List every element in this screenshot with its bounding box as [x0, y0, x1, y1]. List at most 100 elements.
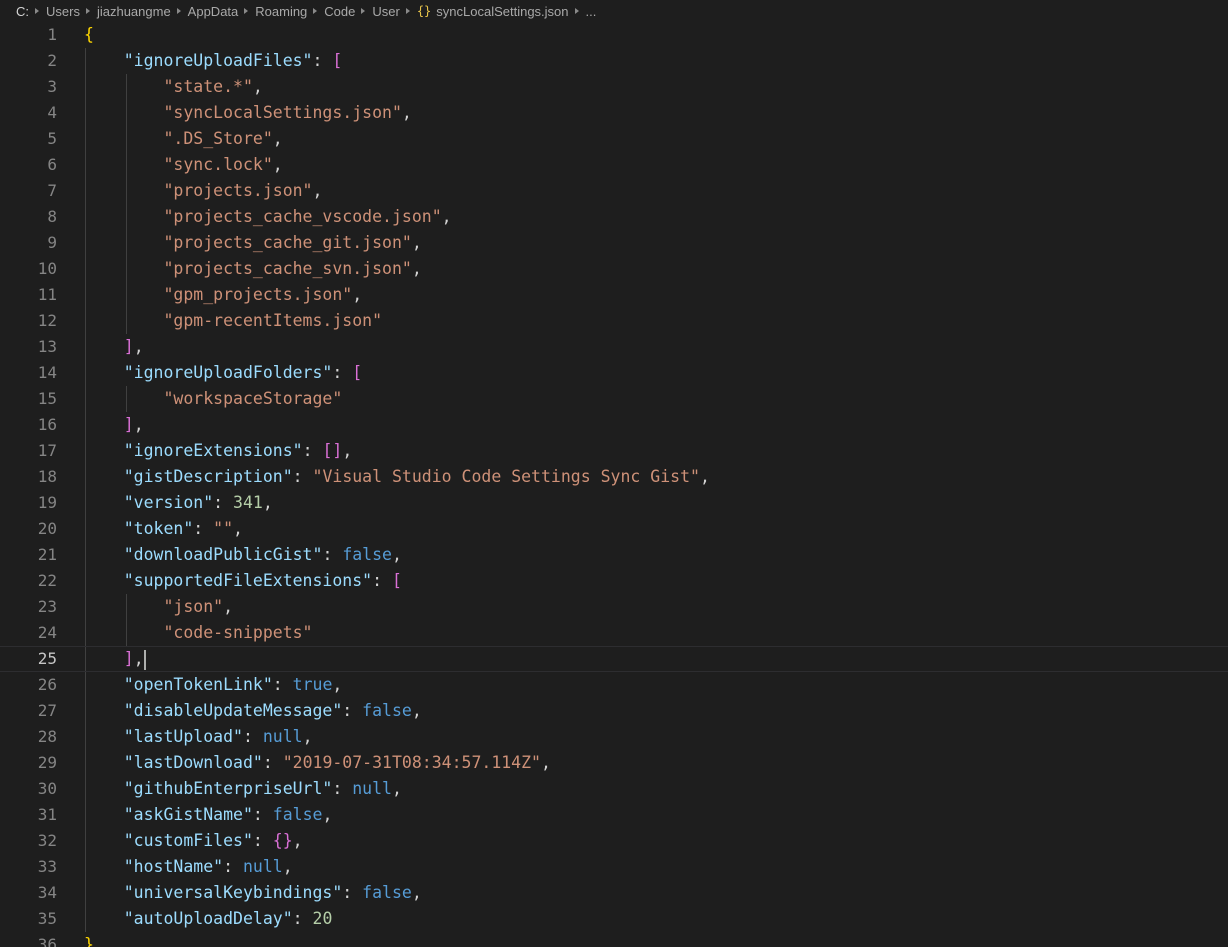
code-line[interactable]: 17 "ignoreExtensions": [], [0, 438, 1228, 464]
code-text[interactable]: "ignoreUploadFiles": [ [84, 48, 343, 74]
code-text[interactable]: "ignoreUploadFolders": [ [84, 360, 362, 386]
code-text[interactable]: "gistDescription": "Visual Studio Code S… [84, 464, 710, 490]
code-line[interactable]: 30 "githubEnterpriseUrl": null, [0, 776, 1228, 802]
code-text[interactable]: "downloadPublicGist": false, [84, 542, 402, 568]
code-line[interactable]: 10 "projects_cache_svn.json", [0, 256, 1228, 282]
code-text[interactable]: "projects_cache_vscode.json", [84, 204, 451, 230]
code-text[interactable]: "lastDownload": "2019-07-31T08:34:57.114… [84, 750, 551, 776]
breadcrumb-item-symbols[interactable]: ... [586, 4, 597, 19]
code-text[interactable]: "ignoreExtensions": [], [84, 438, 353, 464]
code-line[interactable]: 2 "ignoreUploadFiles": [ [0, 48, 1228, 74]
code-text[interactable]: "gpm-recentItems.json" [84, 308, 382, 334]
code-line[interactable]: 14 "ignoreUploadFolders": [ [0, 360, 1228, 386]
code-line[interactable]: 9 "projects_cache_git.json", [0, 230, 1228, 256]
token-punctuation: , [233, 519, 243, 538]
code-text[interactable]: ], [84, 412, 144, 438]
code-line[interactable]: 31 "askGistName": false, [0, 802, 1228, 828]
code-line[interactable]: 25 ], [0, 646, 1228, 672]
breadcrumb-item-folder[interactable]: jiazhuangme [97, 4, 171, 19]
code-text[interactable]: "githubEnterpriseUrl": null, [84, 776, 402, 802]
code-text[interactable]: "gpm_projects.json", [84, 282, 362, 308]
code-text[interactable]: "autoUploadDelay": 20 [84, 906, 333, 932]
code-line[interactable]: 19 "version": 341, [0, 490, 1228, 516]
code-text[interactable]: } [84, 932, 94, 947]
line-number: 31 [37, 805, 57, 824]
line-number: 22 [37, 571, 57, 590]
code-line[interactable]: 29 "lastDownload": "2019-07-31T08:34:57.… [0, 750, 1228, 776]
token-punctuation: , [302, 727, 313, 746]
breadcrumb-item-folder[interactable]: Code [324, 4, 355, 19]
code-text[interactable]: ".DS_Store", [84, 126, 282, 152]
token-punctuation: , [540, 753, 551, 772]
code-text[interactable]: "workspaceStorage" [84, 386, 342, 412]
code-text[interactable]: "sync.lock", [84, 152, 282, 178]
line-number: 18 [37, 467, 57, 486]
code-text[interactable]: "projects_cache_git.json", [84, 230, 421, 256]
code-line[interactable]: 15 "workspaceStorage" [0, 386, 1228, 412]
code-line[interactable]: 35 "autoUploadDelay": 20 [0, 906, 1228, 932]
code-line[interactable]: 6 "sync.lock", [0, 152, 1228, 178]
code-line[interactable]: 24 "code-snippets" [0, 620, 1228, 646]
code-line[interactable]: 3 "state.*", [0, 74, 1228, 100]
breadcrumb-item-drive[interactable]: C: [16, 4, 29, 19]
breadcrumb-item-folder[interactable]: User [372, 4, 399, 19]
code-line[interactable]: 28 "lastUpload": null, [0, 724, 1228, 750]
code-line[interactable]: 20 "token": "", [0, 516, 1228, 542]
code-line[interactable]: 32 "customFiles": {}, [0, 828, 1228, 854]
code-text[interactable]: "openTokenLink": true, [84, 672, 343, 698]
token-punctuation: : [252, 805, 273, 824]
token-property-key: "universalKeybindings" [123, 883, 343, 902]
code-text[interactable]: "askGistName": false, [84, 802, 333, 828]
code-text[interactable]: "version": 341, [84, 490, 273, 516]
code-text[interactable]: "syncLocalSettings.json", [84, 100, 411, 126]
code-line[interactable]: 21 "downloadPublicGist": false, [0, 542, 1228, 568]
code-text[interactable]: { [84, 22, 94, 48]
token-property-key: "lastUpload" [123, 727, 243, 746]
code-line[interactable]: 22 "supportedFileExtensions": [ [0, 568, 1228, 594]
code-editor[interactable]: 1{2 "ignoreUploadFiles": [3 "state.*", 4 … [0, 22, 1228, 947]
breadcrumb-item-folder[interactable]: Roaming [255, 4, 307, 19]
code-line[interactable]: 1{ [0, 22, 1228, 48]
code-line[interactable]: 8 "projects_cache_vscode.json", [0, 204, 1228, 230]
token-number-value: 341 [233, 493, 263, 512]
code-text[interactable]: "state.*", [84, 74, 262, 100]
code-text[interactable]: "code-snippets" [84, 620, 312, 646]
chevron-right-icon [35, 8, 39, 14]
code-text[interactable]: "json", [84, 594, 233, 620]
code-line[interactable]: 12 "gpm-recentItems.json" [0, 308, 1228, 334]
token-punctuation: : [312, 51, 333, 70]
code-line[interactable]: 18 "gistDescription": "Visual Studio Cod… [0, 464, 1228, 490]
chevron-right-icon [313, 8, 318, 14]
code-text[interactable]: "projects_cache_svn.json", [84, 256, 421, 282]
code-line[interactable]: 34 "universalKeybindings": false, [0, 880, 1228, 906]
code-line[interactable]: 33 "hostName": null, [0, 854, 1228, 880]
code-text[interactable]: "hostName": null, [84, 854, 293, 880]
code-line[interactable]: 26 "openTokenLink": true, [0, 672, 1228, 698]
code-text[interactable]: ], [84, 334, 144, 360]
code-text[interactable]: "lastUpload": null, [84, 724, 313, 750]
code-text[interactable]: "token": "", [84, 516, 243, 542]
code-line[interactable]: 23 "json", [0, 594, 1228, 620]
breadcrumb-item-folder[interactable]: Users [46, 4, 80, 19]
code-line[interactable]: 4 "syncLocalSettings.json", [0, 100, 1228, 126]
code-text[interactable]: "projects.json", [84, 178, 322, 204]
code-line[interactable]: 27 "disableUpdateMessage": false, [0, 698, 1228, 724]
code-line[interactable]: 16 ], [0, 412, 1228, 438]
code-text[interactable]: "customFiles": {}, [84, 828, 303, 854]
breadcrumb-label: Code [324, 3, 356, 19]
token-property-key: "githubEnterpriseUrl" [123, 779, 333, 798]
code-text[interactable]: "universalKeybindings": false, [84, 880, 422, 906]
code-line[interactable]: 36} [0, 932, 1228, 947]
code-line[interactable]: 11 "gpm_projects.json", [0, 282, 1228, 308]
code-text[interactable]: ], [84, 647, 146, 671]
code-line[interactable]: 5 ".DS_Store", [0, 126, 1228, 152]
breadcrumb-item-file[interactable]: {} syncLocalSettings.json [417, 4, 569, 19]
code-text[interactable]: "supportedFileExtensions": [ [84, 568, 402, 594]
breadcrumb-item-folder[interactable]: AppData [188, 4, 239, 19]
code-text[interactable]: "disableUpdateMessage": false, [84, 698, 422, 724]
code-line[interactable]: 7 "projects.json", [0, 178, 1228, 204]
code-line[interactable]: 13 ], [0, 334, 1228, 360]
